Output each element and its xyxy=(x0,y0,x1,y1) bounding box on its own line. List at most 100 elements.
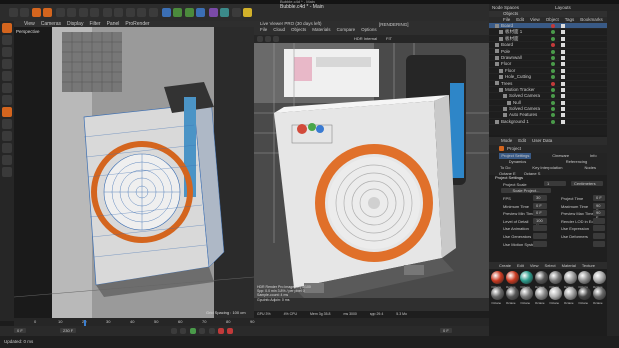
material-swatch[interactable]: Octane xyxy=(518,285,533,305)
autokey-icon[interactable] xyxy=(227,328,234,334)
material-swatch[interactable]: Octane xyxy=(591,269,606,289)
material-swatch[interactable]: Octane xyxy=(489,269,504,289)
points-mode-icon[interactable] xyxy=(2,59,12,69)
field-value[interactable] xyxy=(533,225,547,232)
subdivision-icon[interactable] xyxy=(185,8,195,17)
object-row[interactable]: Background 1 xyxy=(489,119,607,126)
project-scale-input[interactable]: 1 xyxy=(544,181,566,186)
tab-nodes[interactable]: Nodes xyxy=(584,165,596,171)
material-swatch[interactable]: Octane xyxy=(562,269,577,289)
tag-icon[interactable] xyxy=(561,30,565,35)
edges-mode-icon[interactable] xyxy=(2,71,12,81)
environment-icon[interactable] xyxy=(219,8,229,17)
field-value[interactable]: 100 % xyxy=(533,217,547,228)
field-value[interactable] xyxy=(593,232,605,239)
field-value[interactable]: 0 F xyxy=(533,202,547,209)
perspective-viewport[interactable]: Perspective Grid Spacing : 100 cm xyxy=(14,27,254,318)
visibility-dot[interactable] xyxy=(551,81,555,86)
scale-unit-select[interactable]: Centimeters xyxy=(571,181,603,186)
next-key-icon[interactable] xyxy=(199,328,206,334)
hdr-select[interactable]: HDR Internal xyxy=(354,36,377,41)
visibility-dot[interactable] xyxy=(551,30,555,35)
tag-icon[interactable] xyxy=(561,62,565,67)
node-spaces-select[interactable]: Node Spaces xyxy=(492,5,519,10)
field-value[interactable] xyxy=(593,225,605,232)
viewer-menu-cloud[interactable]: Cloud xyxy=(273,27,285,32)
tweak-mode-icon[interactable] xyxy=(2,155,12,165)
model-mode-icon[interactable] xyxy=(2,35,12,45)
material-swatch[interactable]: Octane xyxy=(533,285,548,305)
pause-icon[interactable] xyxy=(273,36,279,42)
mat-menu-texture[interactable]: Texture xyxy=(582,262,595,269)
render-view-icon[interactable] xyxy=(125,8,135,17)
viewer-menu-materials[interactable]: Materials xyxy=(312,27,330,32)
tag-icon[interactable] xyxy=(561,87,565,92)
light-icon[interactable] xyxy=(242,8,252,17)
locked-workplane-icon[interactable] xyxy=(2,131,12,141)
camera-icon[interactable] xyxy=(231,8,241,17)
material-swatch[interactable]: Octane xyxy=(547,269,562,289)
polygons-mode-icon[interactable] xyxy=(2,83,12,93)
go-end-icon[interactable] xyxy=(208,328,215,334)
end-frame-field[interactable]: 230 F xyxy=(60,328,77,333)
field-value[interactable]: 90 F xyxy=(593,202,605,213)
tag-icon[interactable] xyxy=(561,119,565,124)
tag-icon[interactable] xyxy=(561,100,565,105)
tag-icon[interactable] xyxy=(561,94,565,99)
visibility-dot[interactable] xyxy=(551,100,555,105)
attr-menu-edit[interactable]: Edit xyxy=(518,137,526,145)
field-value[interactable] xyxy=(593,217,605,224)
attr-menu-userdata[interactable]: User Data xyxy=(532,137,552,145)
stop-icon[interactable] xyxy=(265,36,271,42)
layouts-select[interactable]: Layouts xyxy=(555,5,571,10)
tag-icon[interactable] xyxy=(561,75,565,80)
visibility-dot[interactable] xyxy=(551,113,555,118)
visibility-dot[interactable] xyxy=(551,107,555,112)
timeline-ruler[interactable]: 0102030405060708090 xyxy=(14,318,489,326)
tag-icon[interactable] xyxy=(561,68,565,73)
visibility-dot[interactable] xyxy=(551,75,555,80)
mat-menu-view[interactable]: View xyxy=(530,262,539,269)
material-swatch[interactable]: Octane xyxy=(576,285,591,305)
tag-icon[interactable] xyxy=(561,81,565,86)
scale-project-button[interactable]: Scale Project... xyxy=(501,188,551,193)
render-settings-icon[interactable] xyxy=(149,8,159,17)
pen-icon[interactable] xyxy=(172,8,182,17)
workplane-icon[interactable] xyxy=(2,119,12,129)
go-start-icon[interactable] xyxy=(171,328,177,334)
material-swatch[interactable]: Octane xyxy=(504,285,519,305)
tab-info[interactable]: Info xyxy=(590,153,597,159)
field-value[interactable]: 0 F xyxy=(533,210,547,217)
visibility-dot[interactable] xyxy=(551,119,555,124)
mat-menu-create[interactable]: Create xyxy=(499,262,511,269)
tag-icon[interactable] xyxy=(561,24,565,28)
move-tool-icon[interactable] xyxy=(32,8,42,17)
tag-icon[interactable] xyxy=(561,36,565,41)
viewer-menu-file[interactable]: File xyxy=(260,27,267,32)
axis-mode-icon[interactable] xyxy=(2,95,12,105)
field-value[interactable] xyxy=(593,240,605,247)
undo-icon[interactable] xyxy=(9,8,18,17)
viewer-menu-compare[interactable]: Compare xyxy=(337,27,356,32)
field-value[interactable] xyxy=(533,240,547,247)
mat-menu-edit[interactable]: Edit xyxy=(517,262,524,269)
cube-icon[interactable] xyxy=(161,8,171,17)
play-forward-icon[interactable] xyxy=(189,328,196,334)
scale-tool-icon[interactable] xyxy=(43,8,53,17)
tag-icon[interactable] xyxy=(561,55,565,60)
viewer-menu-objects[interactable]: Objects xyxy=(291,27,306,32)
material-swatch[interactable]: Octane xyxy=(489,285,504,305)
tag-icon[interactable] xyxy=(561,49,565,54)
deformer-icon[interactable] xyxy=(208,8,218,17)
visibility-dot[interactable] xyxy=(551,94,555,99)
array-icon[interactable] xyxy=(196,8,206,17)
visibility-dot[interactable] xyxy=(551,36,555,41)
prev-key-icon[interactable] xyxy=(180,328,187,334)
visibility-dot[interactable] xyxy=(551,49,555,54)
material-swatch[interactable]: Octane xyxy=(562,285,577,305)
visibility-dot[interactable] xyxy=(551,43,555,48)
material-swatch[interactable]: Octane xyxy=(547,285,562,305)
mat-menu-select[interactable]: Select xyxy=(545,262,556,269)
render-view[interactable]: HDR Render Pro Image(HT) 5/100 Spp: 0.0 … xyxy=(254,43,489,318)
world-icon[interactable] xyxy=(113,8,123,17)
